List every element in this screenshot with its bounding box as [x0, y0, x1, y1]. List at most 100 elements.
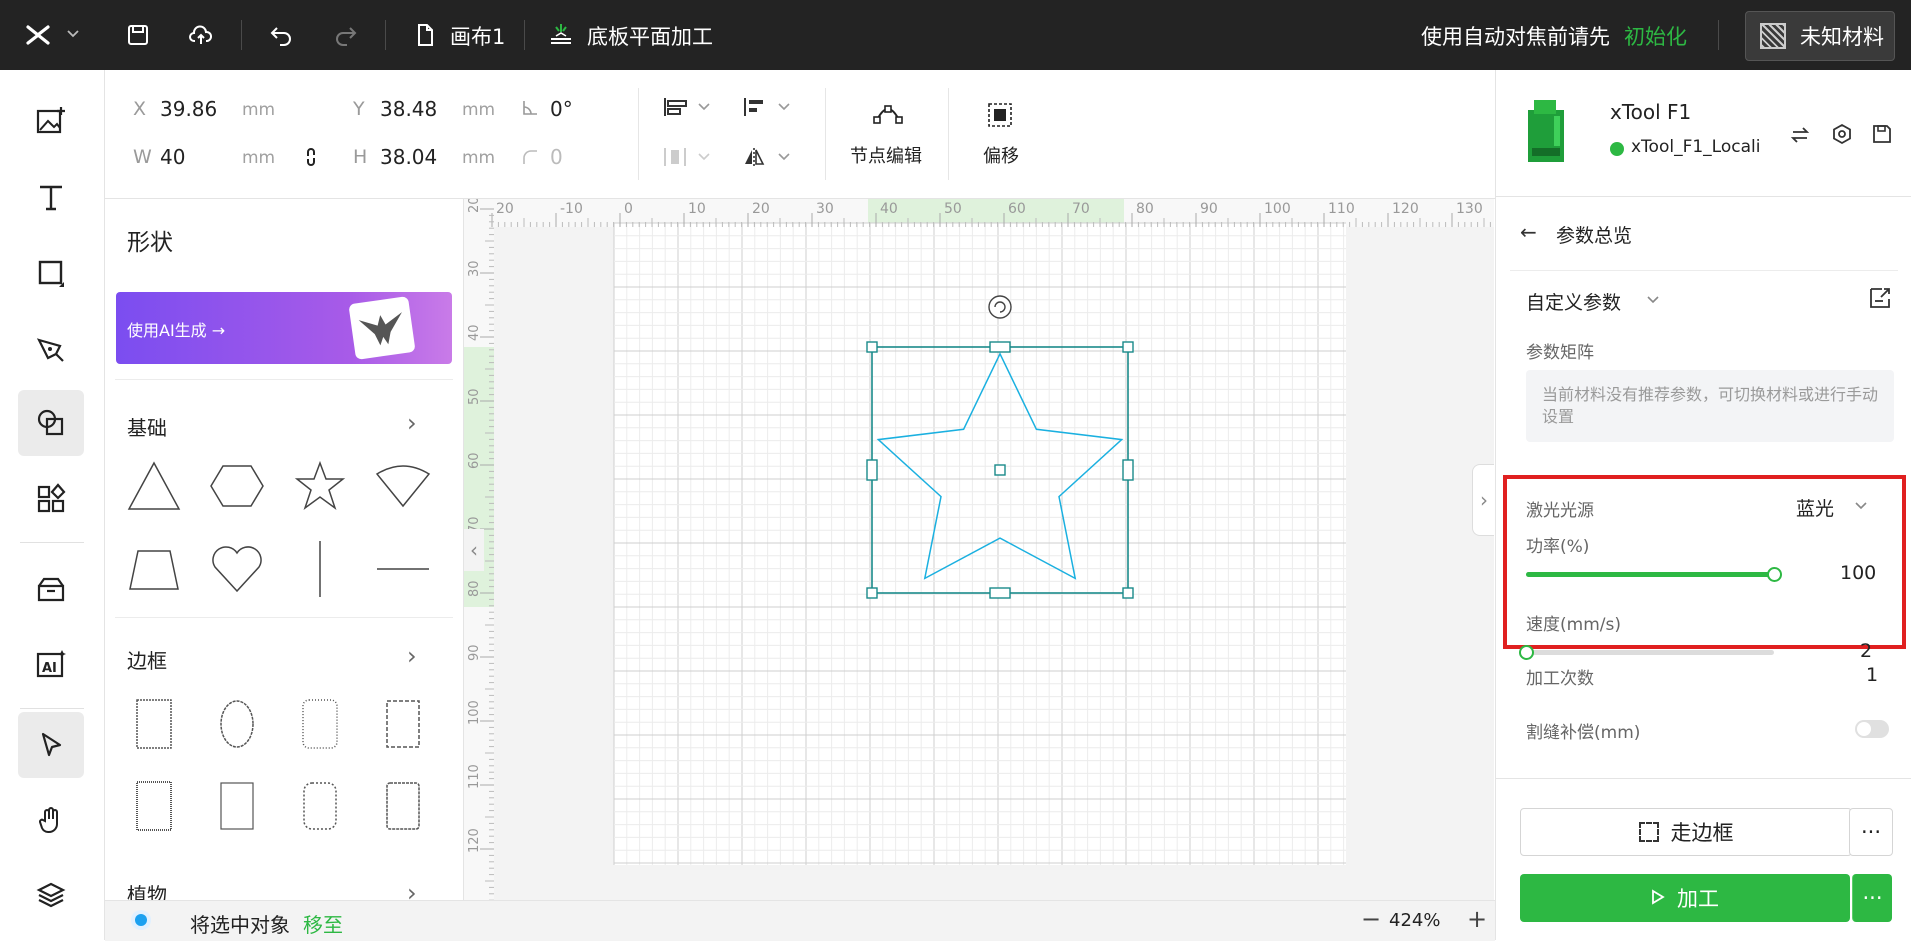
param-matrix-hint: 当前材料没有推荐参数，可切换材料或进行手动设置 — [1542, 385, 1879, 426]
chevron-down-icon[interactable] — [66, 26, 80, 45]
undo-icon[interactable] — [263, 17, 299, 53]
speed-value-input[interactable]: 2 — [1860, 640, 1872, 662]
power-value-input[interactable]: 100 — [1840, 562, 1876, 584]
fan-shape[interactable] — [368, 451, 438, 521]
top-ruler-label: 120 — [1392, 201, 1419, 217]
star-shape[interactable] — [285, 451, 355, 521]
shapes-panel-title: 形状 — [127, 230, 173, 256]
rectangle-tool[interactable] — [18, 240, 84, 306]
left-ruler-label: 90 — [467, 644, 482, 661]
shapes-tool[interactable] — [18, 390, 84, 456]
xtool-logo-menu[interactable] — [20, 17, 56, 53]
arrange-icon[interactable] — [663, 96, 713, 122]
project-library-tool[interactable] — [18, 556, 84, 622]
zoom-in-icon[interactable]: + — [1467, 905, 1487, 933]
basic-expand-chevron-icon[interactable]: › — [407, 409, 417, 437]
save-preset-icon[interactable] — [1868, 286, 1892, 314]
top-ruler-label: 20 — [752, 201, 770, 217]
back-arrow-icon[interactable]: ← — [1520, 220, 1537, 244]
node-edit-button[interactable]: 节点编辑 — [850, 142, 922, 168]
h-input[interactable]: 38.04 — [380, 145, 437, 169]
expand-right-panel-chevron-icon[interactable]: › — [1472, 464, 1494, 536]
speed-slider-thumb[interactable] — [1519, 645, 1534, 660]
frame-shape-5[interactable] — [119, 771, 189, 841]
zoom-out-icon[interactable]: − — [1361, 905, 1381, 933]
ai-generate-banner[interactable]: 使用AI生成 → — [116, 292, 452, 364]
canvas-workspace[interactable]: 20 -10 0 10 20 30 40 50 60 70 80 90 100 110 120 130 20 30… — [464, 199, 1494, 900]
image-add-tool[interactable] — [18, 88, 84, 154]
canvas-area[interactable]: 20 -10 0 10 20 30 40 50 60 70 80 90 100 110 120 130 20 30… — [464, 199, 1494, 900]
collapse-panel-chevron-icon[interactable]: ‹ — [464, 529, 484, 571]
kerf-label: 割缝补偿(mm) — [1526, 723, 1641, 743]
kerf-toggle[interactable] — [1855, 720, 1889, 738]
cloud-upload-icon[interactable] — [183, 17, 219, 53]
process-button[interactable]: 加工 — [1520, 874, 1850, 922]
offset-icon[interactable] — [987, 102, 1013, 132]
frames-expand-chevron-icon[interactable]: › — [407, 642, 417, 670]
triangle-shape[interactable] — [119, 451, 189, 521]
speed-slider-track[interactable] — [1519, 645, 1774, 660]
layers-icon — [36, 882, 66, 908]
rotation-input[interactable]: 0° — [550, 97, 573, 121]
move-to-link[interactable]: 移至 — [303, 909, 343, 938]
laser-source-dropdown[interactable]: 蓝光 — [1796, 494, 1834, 521]
power-slider-thumb[interactable] — [1767, 567, 1782, 582]
preset-dropdown[interactable]: 自定义参数 — [1526, 288, 1621, 315]
material-selector-button[interactable]: 未知材料 — [1745, 11, 1895, 61]
x-input[interactable]: 39.86 — [160, 97, 217, 121]
y-input[interactable]: 38.48 — [380, 97, 437, 121]
lock-ratio-icon[interactable] — [303, 146, 319, 172]
frame-shape-3[interactable] — [285, 689, 355, 759]
frame-button[interactable]: 走边框 — [1520, 808, 1852, 856]
trapezoid-shape[interactable] — [119, 534, 189, 604]
flip-icon[interactable] — [743, 146, 793, 172]
h-label: H — [353, 146, 368, 168]
pen-tool[interactable] — [18, 316, 84, 382]
zoom-level[interactable]: 424% — [1389, 910, 1440, 931]
redo-icon[interactable] — [328, 17, 364, 53]
frame-shape-2[interactable] — [202, 689, 272, 759]
initialize-link[interactable]: 初始化 — [1624, 21, 1687, 51]
align-icon[interactable] — [743, 96, 793, 122]
frame-shape-7[interactable] — [285, 771, 355, 841]
node-edit-icon[interactable] — [873, 102, 903, 132]
switch-device-icon[interactable] — [1789, 124, 1811, 150]
resize-handle-corner — [866, 341, 878, 353]
power-slider-track[interactable] — [1526, 567, 1782, 582]
horizontal-line-shape[interactable] — [368, 534, 438, 604]
save-icon[interactable] — [120, 17, 156, 53]
offset-button[interactable]: 偏移 — [983, 142, 1019, 168]
top-ruler-label: 60 — [1008, 201, 1026, 217]
process-mode[interactable]: 底板平面加工 — [587, 21, 713, 51]
box-icon — [37, 577, 65, 602]
frame-shape-4[interactable] — [368, 689, 438, 759]
top-ruler-label: 20 — [496, 201, 514, 217]
frame-shape-8[interactable] — [368, 771, 438, 841]
ai-tool[interactable]: AI — [18, 632, 84, 698]
components-tool[interactable] — [18, 466, 84, 532]
layers-tool[interactable] — [18, 862, 84, 928]
left-ruler-label: 40 — [467, 324, 482, 341]
device-settings-icon[interactable] — [1831, 123, 1853, 149]
heart-shape[interactable] — [202, 534, 272, 604]
frame-shape-6[interactable] — [202, 771, 272, 841]
left-ruler-label: 30 — [467, 260, 482, 277]
hand-pan-tool[interactable] — [18, 788, 84, 854]
device-save-icon[interactable] — [1871, 123, 1893, 149]
canvas-name[interactable]: 画布1 — [450, 21, 505, 51]
frame-more-button[interactable]: ··· — [1849, 808, 1893, 856]
process-more-button[interactable]: ··· — [1852, 874, 1892, 922]
passes-value-input[interactable]: 1 — [1866, 664, 1878, 686]
w-input[interactable]: 40 — [160, 145, 185, 169]
hexagon-shape[interactable] — [202, 451, 272, 521]
select-tool[interactable] — [18, 712, 84, 778]
status-bar: 将选中对象 移至 − 424% + — [105, 900, 1495, 941]
corner-radius-input[interactable]: 0 — [550, 145, 563, 169]
frame-shape-1[interactable] — [119, 689, 189, 759]
text-tool[interactable] — [18, 164, 84, 230]
device-connection-name[interactable]: xTool_F1_Locali — [1631, 137, 1760, 157]
laser-source-chevron-down-icon[interactable] — [1854, 498, 1868, 517]
vertical-line-shape[interactable] — [285, 534, 355, 604]
distribute-icon[interactable] — [663, 146, 713, 172]
preset-chevron-down-icon[interactable] — [1646, 292, 1660, 311]
